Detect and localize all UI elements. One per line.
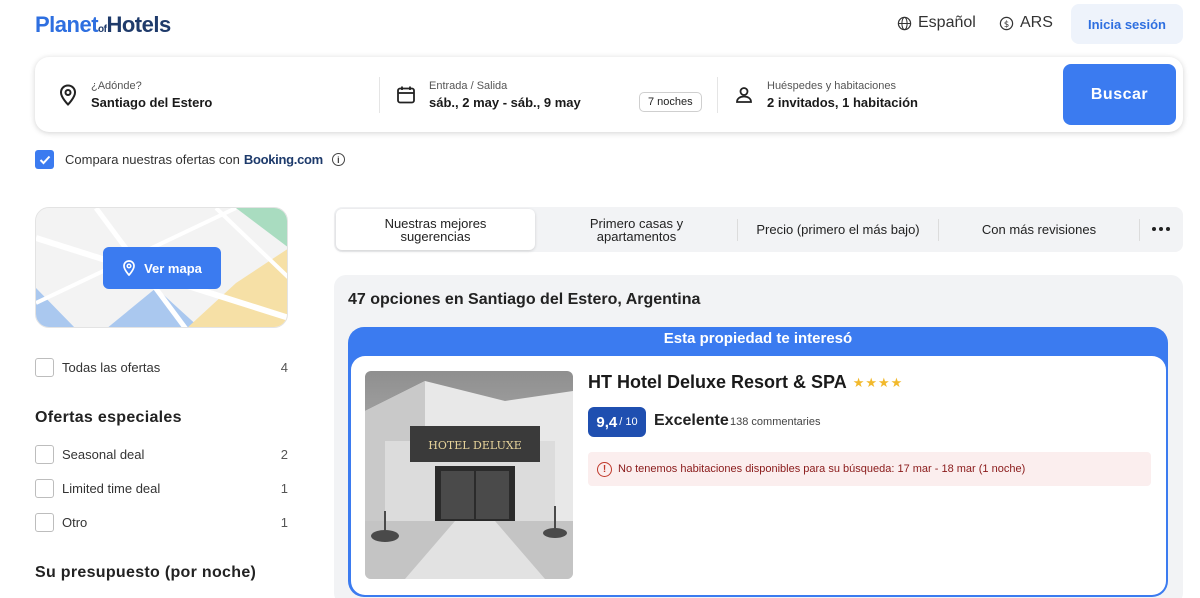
filter-count: 2 xyxy=(280,446,288,462)
dates-field[interactable]: Entrada / Salida sáb., 2 may - sáb., 9 m… xyxy=(395,57,581,132)
guests-field[interactable]: Huéspedes y habitaciones 2 invitados, 1 … xyxy=(733,57,918,132)
filter-all-offers[interactable]: Todas las ofertas 4 xyxy=(35,357,288,377)
score-denominator: / 10 xyxy=(619,416,638,428)
globe-icon xyxy=(897,16,912,30)
calendar-icon xyxy=(395,84,417,106)
tab-label: Con más revisiones xyxy=(981,222,1097,237)
special-offers-title: Ofertas especiales xyxy=(35,409,182,426)
search-divider xyxy=(379,77,380,113)
budget-title: Su presupuesto (por noche) xyxy=(35,564,257,581)
currency-selector[interactable]: $ ARS xyxy=(999,14,1053,32)
checkbox[interactable] xyxy=(35,512,54,532)
logo-hotels: Hotels xyxy=(106,12,171,37)
destination-value: Santiago del Estero xyxy=(91,94,213,110)
hotel-name[interactable]: HT Hotel Deluxe Resort & SPA ★★★★ xyxy=(588,372,903,393)
availability-alert: ! No tenemos habitaciones disponibles pa… xyxy=(588,452,1151,486)
tab-label: Precio (primero el más bajo) xyxy=(756,222,920,237)
compare-booking-row: Compara nuestras ofertas con Booking.com… xyxy=(35,150,345,169)
filter-count: 1 xyxy=(280,480,288,496)
logo-planet: Planet xyxy=(35,12,99,37)
tab-lowest-price[interactable]: Precio (primero el más bajo) xyxy=(738,209,938,250)
search-bar: ¿Adónde? Santiago del Estero Entrada / S… xyxy=(35,57,1183,132)
view-map-button[interactable]: Ver mapa xyxy=(103,247,221,289)
info-icon[interactable]: i xyxy=(331,153,345,166)
compare-text: Compara nuestras ofertas con xyxy=(65,152,240,167)
search-button[interactable]: Buscar xyxy=(1063,64,1176,125)
star-rating: ★★★★ xyxy=(852,374,904,390)
filter-label: Seasonal deal xyxy=(62,446,145,462)
checkbox[interactable] xyxy=(35,357,54,377)
card-banner: Esta propiedad te interesó xyxy=(663,330,853,347)
checkbox[interactable] xyxy=(35,478,54,498)
hotel-name-text: HT Hotel Deluxe Resort & SPA xyxy=(588,372,847,392)
more-options-icon[interactable] xyxy=(1152,227,1170,231)
tab-label: Nuestras mejores sugerencias xyxy=(384,215,487,244)
guests-label: Huéspedes y habitaciones xyxy=(767,79,897,92)
booking-logo: Booking.com xyxy=(243,152,323,167)
dates-label: Entrada / Salida xyxy=(429,79,508,92)
filter-limited-time-deal[interactable]: Limited time deal 1 xyxy=(35,478,288,498)
tab-label: Primero casas y apartamentos xyxy=(589,215,684,244)
sort-bar: Nuestras mejores sugerencias Primero cas… xyxy=(334,207,1183,252)
view-map-label: Ver mapa xyxy=(144,260,202,276)
filter-label: Otro xyxy=(62,514,88,530)
checkmark-icon xyxy=(39,155,50,164)
filter-other[interactable]: Otro 1 xyxy=(35,512,288,532)
person-icon xyxy=(733,84,755,106)
language-selector[interactable]: Español xyxy=(897,14,976,32)
alert-text: No tenemos habitaciones disponibles para… xyxy=(618,463,1026,475)
hotel-image[interactable]: HOTEL DELUXE xyxy=(365,371,573,579)
rating-word: Excelente xyxy=(654,412,729,429)
search-divider xyxy=(717,77,718,113)
filter-label: Limited time deal xyxy=(62,480,161,496)
alert-icon: ! xyxy=(597,461,612,477)
currency-icon: $ xyxy=(999,16,1014,30)
destination-label: ¿Adónde? xyxy=(91,79,142,92)
filter-count: 4 xyxy=(280,359,288,375)
svg-text:$: $ xyxy=(1004,18,1009,28)
tab-most-reviews[interactable]: Con más revisiones xyxy=(939,209,1139,250)
language-label: Español xyxy=(918,14,976,31)
review-count: 138 commentaries xyxy=(730,416,821,428)
guests-value: 2 invitados, 1 habitación xyxy=(767,94,918,110)
dates-value: sáb., 2 may - sáb., 9 may xyxy=(429,94,581,110)
login-button[interactable]: Inicia sesión xyxy=(1071,4,1183,44)
nights-badge: 7 noches xyxy=(639,92,702,112)
location-pin-icon xyxy=(123,260,135,276)
logo[interactable]: PlanetofHotels xyxy=(35,12,171,38)
destination-field[interactable]: ¿Adónde? Santiago del Estero xyxy=(57,57,212,132)
compare-checkbox[interactable] xyxy=(35,150,54,169)
filter-seasonal-deal[interactable]: Seasonal deal 2 xyxy=(35,444,288,464)
hotel-sign-text: HOTEL DELUXE xyxy=(428,439,521,452)
filter-label: Todas las ofertas xyxy=(62,359,161,375)
tab-separator xyxy=(1139,219,1140,241)
tab-best-suggestions[interactable]: Nuestras mejores sugerencias xyxy=(336,209,535,250)
map-preview[interactable]: Ver mapa xyxy=(35,207,288,328)
score-value: 9,4 xyxy=(596,413,618,431)
results-title: 47 opciones en Santiago del Estero, Arge… xyxy=(348,291,701,308)
location-pin-icon xyxy=(57,83,79,106)
checkbox[interactable] xyxy=(35,444,54,464)
tab-homes-first[interactable]: Primero casas y apartamentos xyxy=(537,209,736,250)
currency-label: ARS xyxy=(1020,14,1053,31)
score-badge: 9,4/ 10 xyxy=(588,407,646,437)
filter-count: 1 xyxy=(280,514,288,530)
